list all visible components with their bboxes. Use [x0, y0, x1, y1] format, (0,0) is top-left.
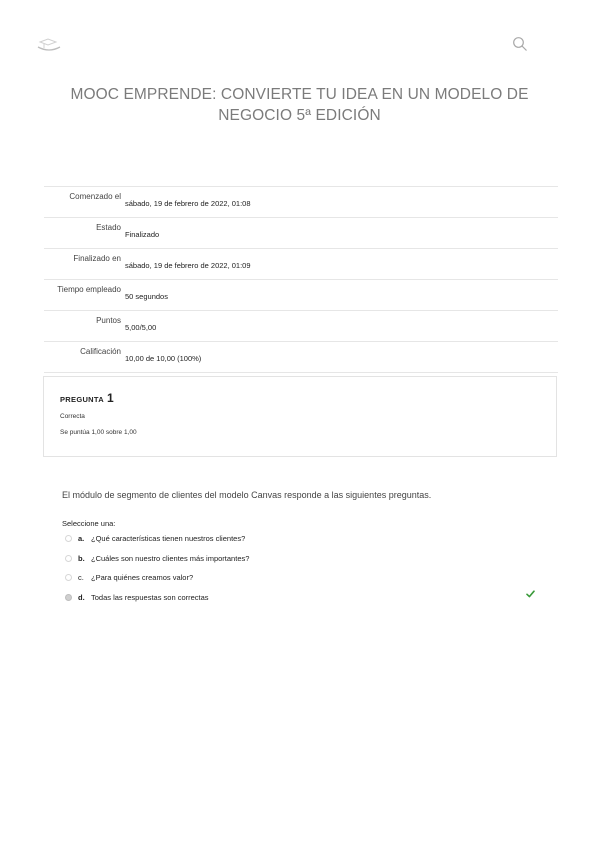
radio-button[interactable]: [65, 534, 72, 542]
answer-prompt: Seleccione una:: [62, 519, 116, 528]
radio-button[interactable]: [65, 554, 72, 562]
summary-value: 50 segundos: [125, 292, 168, 301]
answer-option-b[interactable]: b. ¿Cuáles son nuestro clientes más impo…: [65, 551, 545, 565]
question-label: PREGUNTA: [60, 395, 104, 404]
course-title: MOOC EMPRENDE: CONVIERTE TU IDEA EN UN M…: [70, 86, 529, 124]
radio-button-selected[interactable]: [65, 593, 72, 601]
question-state: Correcta: [60, 413, 85, 420]
answer-text: Todas las respuestas son correctas: [91, 592, 209, 602]
answer-option-d[interactable]: d. Todas las respuestas son correctas: [65, 590, 545, 604]
answer-letter: c.: [78, 572, 84, 582]
attempt-summary-table: Comenzado el sábado, 19 de febrero de 20…: [44, 186, 558, 373]
answer-letter: d.: [78, 592, 85, 602]
summary-value: 10,00 de 10,00 (100%): [125, 354, 202, 363]
answer-letter: a.: [78, 533, 85, 543]
question-info-box: PREGUNTA 1 Correcta Se puntúa 1,00 sobre …: [43, 376, 557, 457]
summary-row-started: Comenzado el sábado, 19 de febrero de 20…: [44, 187, 558, 218]
answer-text: ¿Cuáles son nuestro clientes más importa…: [91, 553, 250, 563]
summary-label: Estado: [96, 223, 121, 232]
summary-label: Calificación: [80, 347, 121, 356]
question-heading: PREGUNTA 1: [60, 391, 114, 405]
summary-row-marks: Puntos 5,00/5,00: [44, 311, 558, 342]
radio-button[interactable]: [65, 573, 72, 581]
summary-label: Comenzado el: [69, 192, 121, 201]
question-grade: Se puntúa 1,00 sobre 1,00: [60, 429, 137, 436]
question-text: El módulo de segmento de clientes del mo…: [62, 490, 432, 500]
summary-row-finished: Finalizado en sábado, 19 de febrero de 2…: [44, 249, 558, 280]
answer-option-c[interactable]: c. ¿Para quiénes creamos valor?: [65, 570, 545, 584]
answer-letter: b.: [78, 553, 85, 563]
summary-label: Tiempo empleado: [57, 285, 121, 294]
summary-label: Puntos: [96, 316, 121, 325]
moodle-hat-logo-icon[interactable]: [36, 38, 62, 54]
answer-text: ¿Para quiénes creamos valor?: [91, 572, 194, 582]
summary-value: sábado, 19 de febrero de 2022, 01:08: [125, 199, 251, 208]
top-bar: [0, 0, 599, 70]
summary-value: sábado, 19 de febrero de 2022, 01:09: [125, 261, 251, 270]
search-icon[interactable]: [512, 36, 528, 52]
answer-text: ¿Qué características tienen nuestros cli…: [91, 533, 246, 543]
summary-row-state: Estado Finalizado: [44, 218, 558, 249]
summary-value: Finalizado: [125, 230, 160, 239]
summary-label: Finalizado en: [73, 254, 121, 263]
summary-row-time-taken: Tiempo empleado 50 segundos: [44, 280, 558, 311]
summary-row-grade: Calificación 10,00 de 10,00 (100%): [44, 342, 558, 373]
summary-value: 5,00/5,00: [125, 323, 157, 332]
check-icon: [526, 590, 535, 598]
question-number: 1: [106, 391, 114, 405]
answer-option-a[interactable]: a. ¿Qué características tienen nuestros …: [65, 531, 545, 545]
